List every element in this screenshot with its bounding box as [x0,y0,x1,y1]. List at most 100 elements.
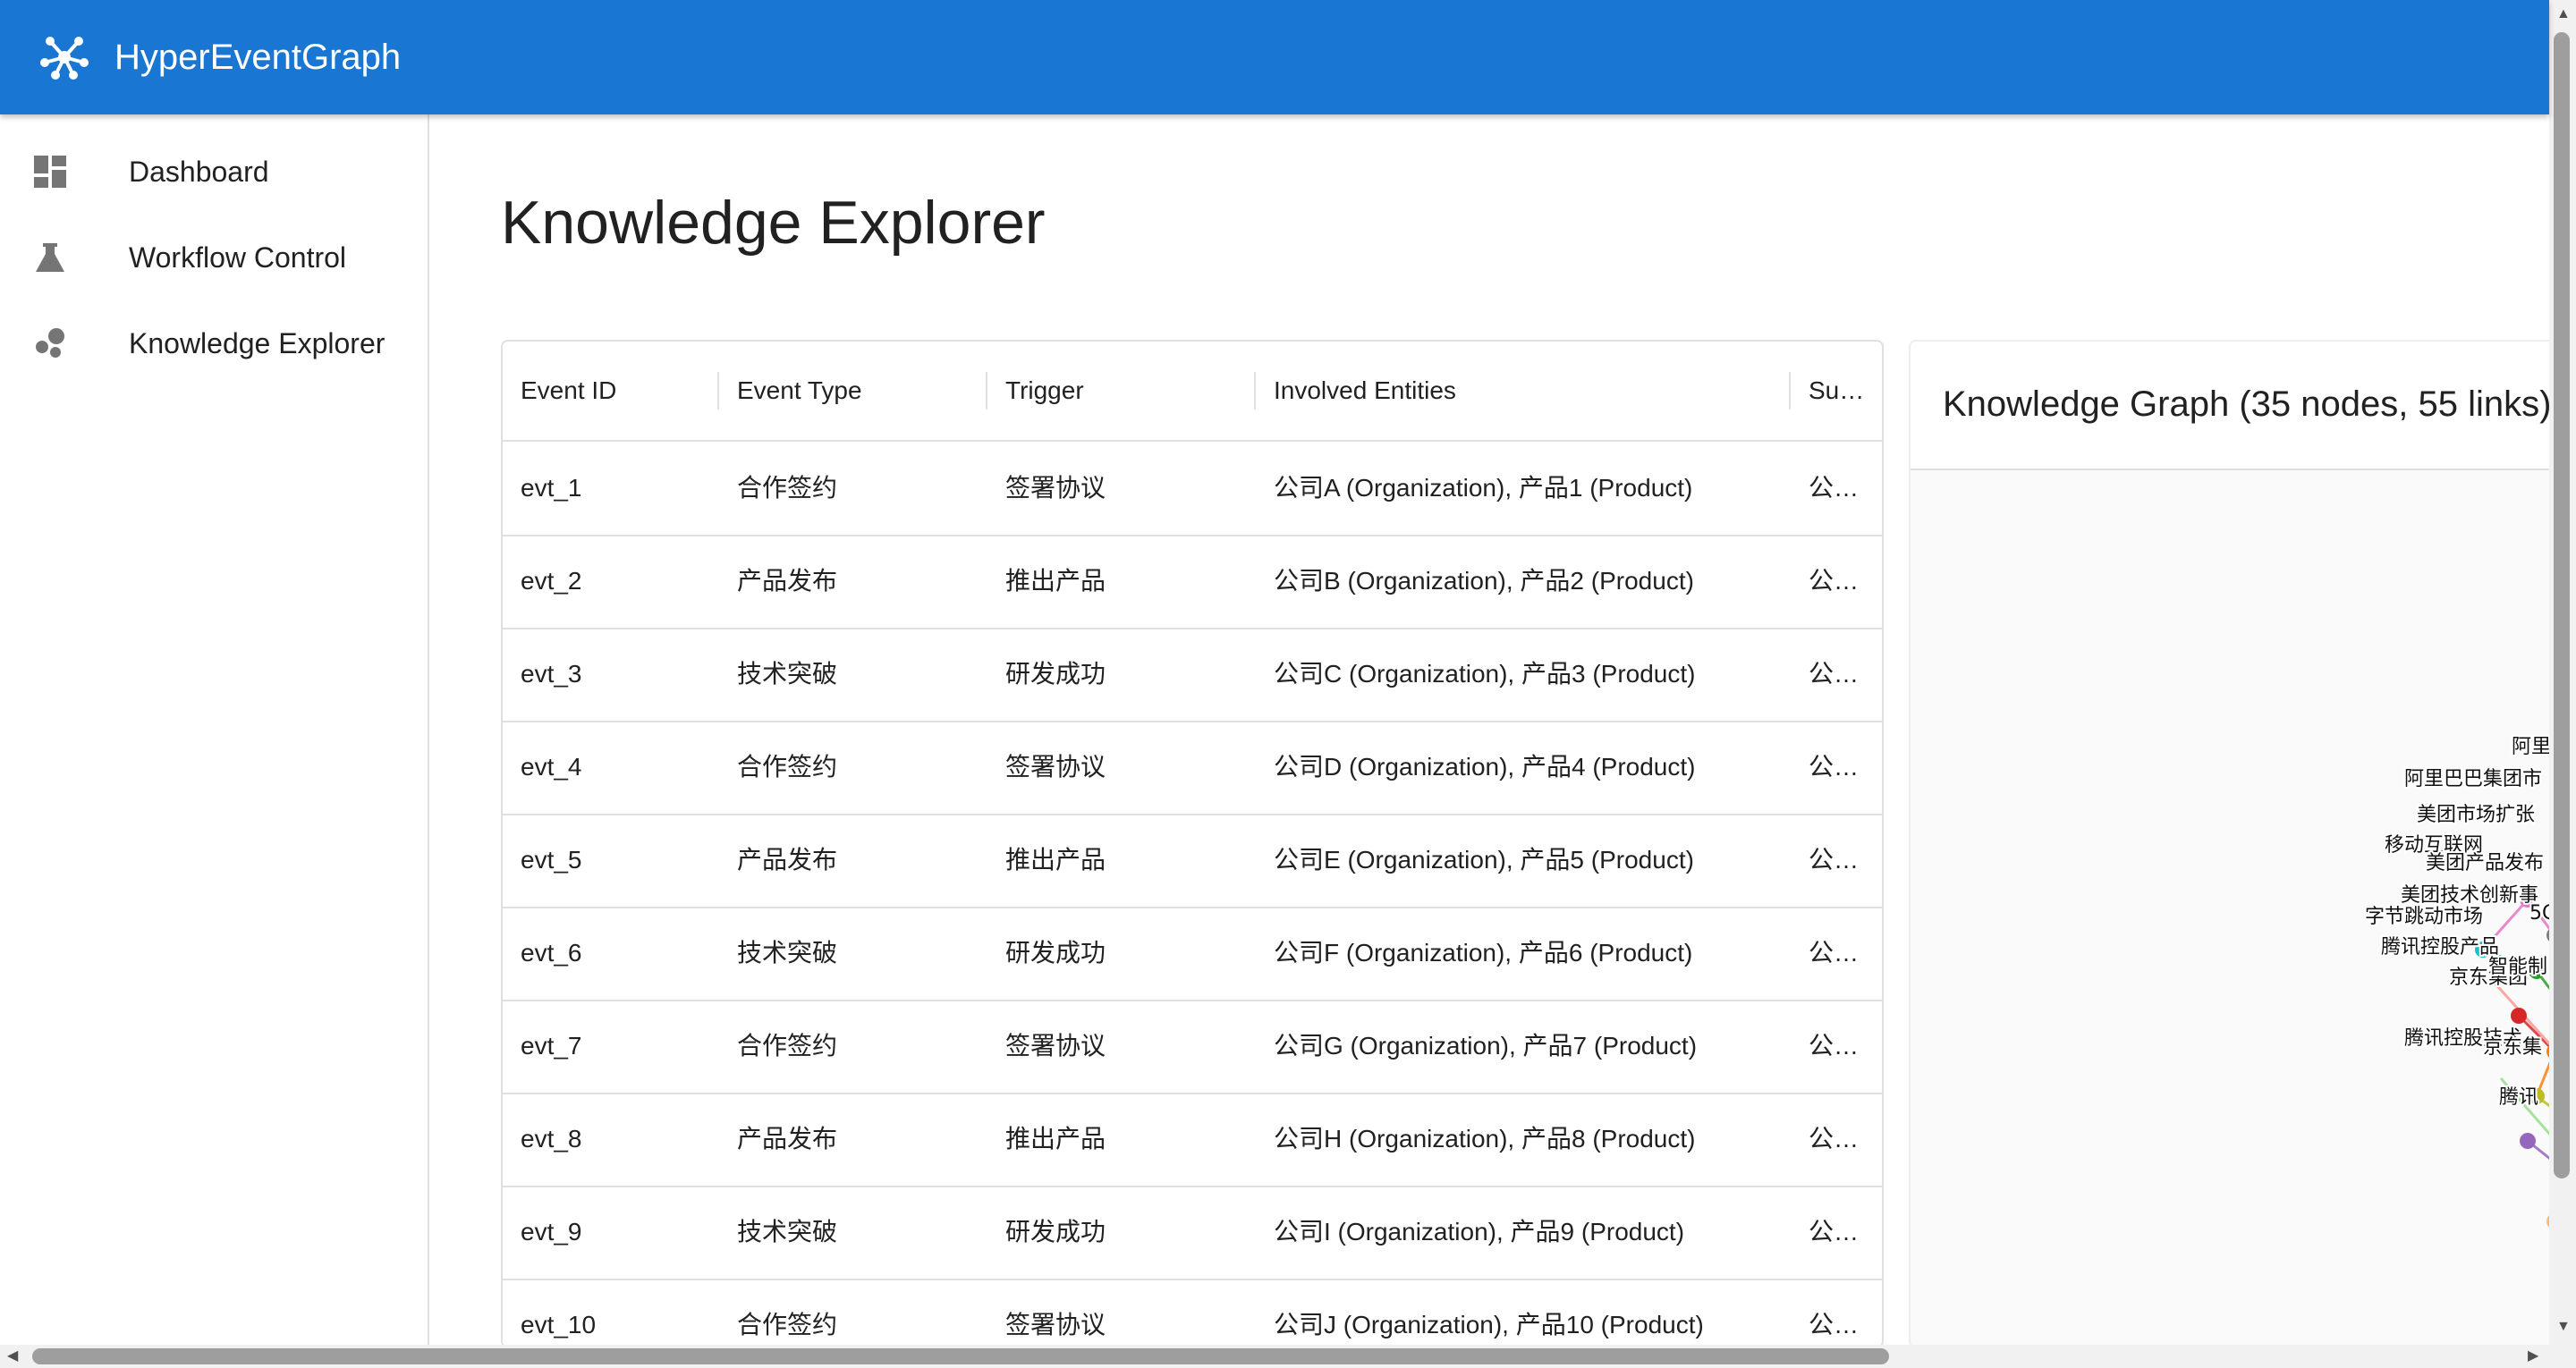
cell-event-type: 产品发布 [737,846,838,874]
bubble-chart-icon [36,328,64,358]
cell-trigger: 研发成功 [1005,939,1106,967]
cell-trigger: 研发成功 [1005,660,1106,688]
cell-event-id: evt_8 [521,1125,582,1153]
cell-summary: 公… [1809,1218,1860,1246]
graph-node-label: 腾讯控股产品 [2381,936,2499,958]
column-separator[interactable] [717,372,719,410]
cell-event-id: evt_4 [521,753,582,781]
column-header-event-type[interactable]: Event Type [737,342,970,440]
column-header-summary[interactable]: Su… [1809,342,1873,440]
cell-summary: 公… [1809,753,1860,781]
cell-summary: 公… [1809,660,1860,688]
table-row[interactable]: evt_3 技术突破 研发成功 公司C (Organization), 产品3 … [503,628,1882,722]
cell-trigger: 签署协议 [1005,1032,1106,1060]
cell-event-id: evt_2 [521,567,582,595]
graph-svg[interactable]: 阿里 阿里巴巴集团市 字 美团市场扩张 移动互联网 美团产品发布 美团技术创新事… [1911,470,2576,1347]
scroll-right-arrow-icon[interactable]: ▶ [2528,1349,2538,1364]
cell-event-id: evt_3 [521,660,582,688]
cell-trigger: 推出产品 [1005,1125,1106,1153]
cell-trigger: 研发成功 [1005,1218,1106,1246]
column-separator[interactable] [1789,372,1791,410]
cell-involved-entities: 公司D (Organization), 产品4 (Product) [1274,753,1696,781]
table-row[interactable]: evt_2 产品发布 推出产品 公司B (Organization), 产品2 … [503,535,1882,629]
column-separator[interactable] [1254,372,1256,410]
nav-item-label: Dashboard [129,156,269,188]
cell-trigger: 签署协议 [1005,1311,1106,1338]
side-drawer: Dashboard Workflow Control Knowledge Exp… [0,114,429,1345]
cell-summary: 公… [1809,1125,1860,1153]
app-title: HyperEventGraph [114,38,402,77]
cell-involved-entities: 公司E (Organization), 产品5 (Product) [1274,846,1694,874]
graph-node-label: 美团技术创新事 [2401,884,2538,907]
cell-involved-entities: 公司C (Organization), 产品3 (Product) [1274,660,1696,688]
cell-trigger: 签署协议 [1005,474,1106,502]
cell-event-id: evt_7 [521,1032,582,1060]
cell-summary: 公… [1809,846,1860,874]
cell-involved-entities: 公司F (Organization), 产品6 (Product) [1274,939,1693,967]
table-header: Event ID Event Type Trigger Involved Ent… [503,342,1882,442]
cell-event-type: 技术突破 [737,660,838,688]
dashboard-icon [34,156,66,188]
cell-trigger: 推出产品 [1005,846,1106,874]
scroll-left-arrow-icon[interactable]: ◀ [7,1349,18,1364]
table-row[interactable]: evt_8 产品发布 推出产品 公司H (Organization), 产品8 … [503,1093,1882,1187]
cell-event-id: evt_1 [521,474,582,502]
cell-summary: 公… [1809,939,1860,967]
cell-event-type: 技术突破 [737,1218,838,1246]
table-row[interactable]: evt_10 合作签约 签署协议 公司J (Organization), 产品1… [503,1279,1882,1347]
graph-node-label: 智能制 [2488,956,2547,978]
column-header-trigger[interactable]: Trigger [1005,342,1238,440]
cell-event-id: evt_10 [521,1311,597,1338]
cell-involved-entities: 公司B (Organization), 产品2 (Product) [1274,567,1694,595]
graph-node-label: 阿里巴巴集团市 [2404,768,2542,790]
cell-involved-entities: 公司H (Organization), 产品8 (Product) [1274,1125,1696,1153]
nav-item-label: Knowledge Explorer [129,327,386,359]
graph-node[interactable] [2520,1133,2536,1149]
cell-summary: 公… [1809,1032,1860,1060]
graph-title: Knowledge Graph (35 nodes, 55 links) [1943,384,2552,424]
graph-node-label: 阿里 [2512,736,2551,758]
scroll-down-arrow-icon[interactable]: ▼ [2556,1320,2571,1334]
column-header-event-id[interactable]: Event ID [521,342,699,440]
events-table: Event ID Event Type Trigger Involved Ent… [501,340,1884,1348]
graph-node-label: 京东集 [2483,1036,2542,1059]
flask-icon [36,243,64,272]
cell-trigger: 签署协议 [1005,753,1106,781]
graph-node-label: 腾讯 [2499,1086,2538,1109]
nav-item-workflow-control[interactable]: Workflow Control [0,215,428,300]
cell-summary: 公… [1809,1311,1860,1338]
cell-event-id: evt_9 [521,1218,582,1246]
graph-node-label: 字节跳动市场 [2365,906,2483,928]
graph-node-label: 美团市场扩张 [2417,804,2535,826]
cell-event-type: 合作签约 [737,1311,838,1338]
column-separator[interactable] [986,372,987,410]
table-row[interactable]: evt_6 技术突破 研发成功 公司F (Organization), 产品6 … [503,907,1882,1001]
nav-item-dashboard[interactable]: Dashboard [0,129,428,215]
graph-canvas[interactable]: 阿里 阿里巴巴集团市 字 美团市场扩张 移动互联网 美团产品发布 美团技术创新事… [1911,470,2576,1347]
nav-item-knowledge-explorer[interactable]: Knowledge Explorer [0,300,428,386]
knowledge-graph-panel: Knowledge Graph (35 nodes, 55 links) 阿里 … [1909,340,2576,1348]
cell-event-type: 合作签约 [737,753,838,781]
cell-event-type: 产品发布 [737,1125,838,1153]
table-row[interactable]: evt_9 技术突破 研发成功 公司I (Organization), 产品9 … [503,1186,1882,1280]
vertical-scroll-thumb[interactable] [2554,32,2570,1178]
page-title: Knowledge Explorer [501,189,1046,257]
table-row[interactable]: evt_1 合作签约 签署协议 公司A (Organization), 产品1 … [503,442,1882,536]
table-row[interactable]: evt_5 产品发布 推出产品 公司E (Organization), 产品5 … [503,814,1882,908]
hub-logo-icon [40,37,89,80]
graph-node[interactable] [2511,1008,2527,1024]
table-row[interactable]: evt_4 合作签约 签署协议 公司D (Organization), 产品4 … [503,721,1882,815]
cell-involved-entities: 公司I (Organization), 产品9 (Product) [1274,1218,1685,1246]
horizontal-scroll-thumb[interactable] [32,1348,1889,1364]
cell-summary: 公… [1809,474,1860,502]
app-bar: HyperEventGraph [0,0,2549,114]
scroll-up-arrow-icon[interactable]: ▲ [2556,7,2571,21]
table-row[interactable]: evt_7 合作签约 签署协议 公司G (Organization), 产品7 … [503,1000,1882,1094]
cell-involved-entities: 公司G (Organization), 产品7 (Product) [1274,1032,1698,1060]
column-header-involved-entities[interactable]: Involved Entities [1274,342,1775,440]
cell-involved-entities: 公司J (Organization), 产品10 (Product) [1274,1311,1704,1338]
cell-event-type: 技术突破 [737,939,838,967]
cell-event-type: 合作签约 [737,474,838,502]
cell-event-type: 合作签约 [737,1032,838,1060]
cell-involved-entities: 公司A (Organization), 产品1 (Product) [1274,474,1693,502]
